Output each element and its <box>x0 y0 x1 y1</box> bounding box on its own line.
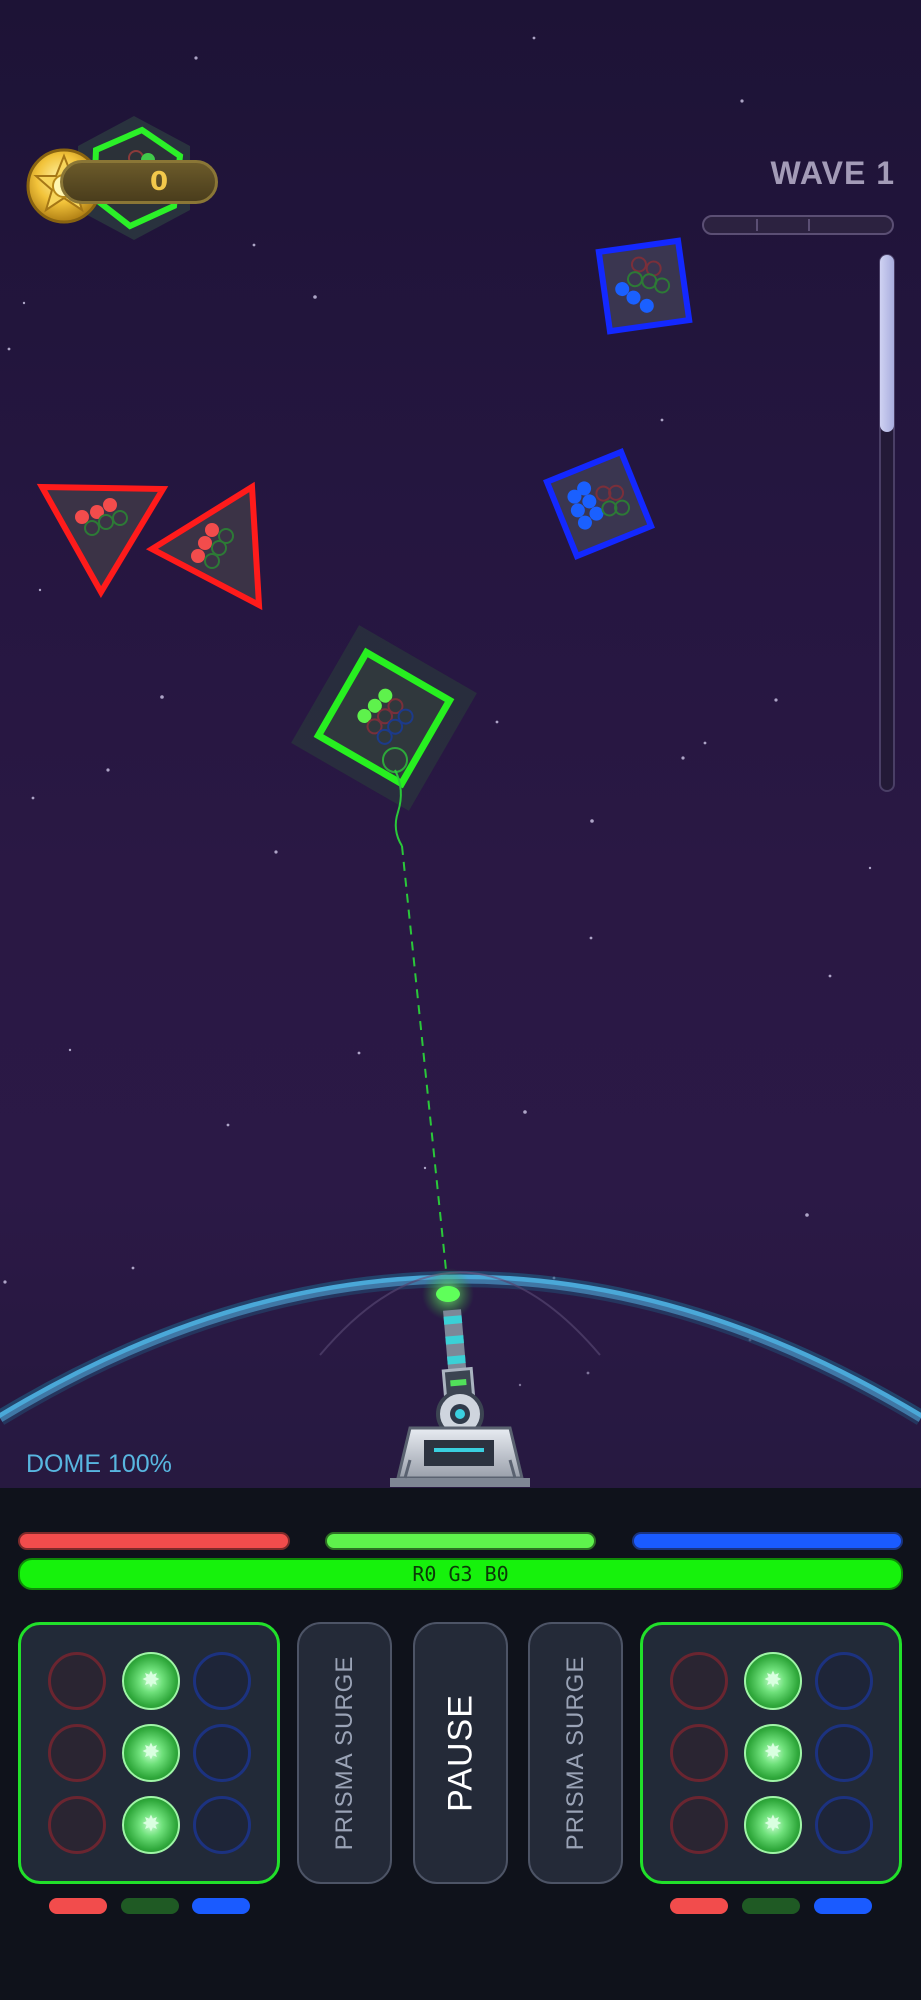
game-scene[interactable]: 0 WAVE 1 DOME 100% <box>0 0 921 1488</box>
red-slot[interactable] <box>48 1796 106 1854</box>
pause-label: PAUSE <box>441 1694 479 1812</box>
red-indicator <box>670 1898 728 1914</box>
red-slot[interactable] <box>670 1796 728 1854</box>
enemy-blue-square <box>595 237 693 335</box>
prisma-surge-label: PRISMA SURGE <box>330 1655 358 1851</box>
gem-icon[interactable]: ✸ <box>122 1652 180 1710</box>
green-indicator <box>742 1898 800 1914</box>
red-slot[interactable] <box>48 1724 106 1782</box>
right-loadout-panel[interactable]: ✸ ✸ ✸ <box>640 1622 902 1884</box>
enemy-red-triangle <box>36 483 169 598</box>
gem-icon[interactable]: ✸ <box>744 1724 802 1782</box>
blue-charge-bar <box>632 1532 903 1550</box>
blue-indicator <box>814 1898 872 1914</box>
side-meter-fill <box>880 255 894 432</box>
blue-slot[interactable] <box>815 1724 873 1782</box>
left-loadout-panel[interactable]: ✸ ✸ ✸ <box>18 1622 280 1884</box>
green-charge-bar <box>325 1532 596 1550</box>
gem-icon[interactable]: ✸ <box>122 1796 180 1854</box>
gem-icon[interactable]: ✸ <box>122 1724 180 1782</box>
prisma-surge-label: PRISMA SURGE <box>561 1655 589 1851</box>
wave-progress-bar <box>702 215 894 235</box>
enemy-green-square <box>291 625 477 811</box>
red-indicator <box>49 1898 107 1914</box>
red-slot[interactable] <box>670 1724 728 1782</box>
blue-slot[interactable] <box>193 1796 251 1854</box>
wave-label: WAVE 1 <box>770 155 895 191</box>
blue-slot[interactable] <box>193 1724 251 1782</box>
prisma-surge-button-right[interactable]: PRISMA SURGE <box>528 1622 623 1884</box>
prisma-surge-button-left[interactable]: PRISMA SURGE <box>297 1622 392 1884</box>
gem-icon[interactable]: ✸ <box>744 1652 802 1710</box>
red-charge-bar <box>18 1532 290 1550</box>
pause-button[interactable]: PAUSE <box>413 1622 508 1884</box>
enemy-blue-square <box>543 448 655 560</box>
blue-slot[interactable] <box>815 1796 873 1854</box>
color-mix-bar: R0 G3 B0 <box>18 1558 903 1590</box>
dome-status: DOME 100% <box>26 1450 172 1478</box>
green-indicator <box>121 1898 179 1914</box>
red-slot[interactable] <box>48 1652 106 1710</box>
coin-count: 0 <box>149 167 169 197</box>
red-slot[interactable] <box>670 1652 728 1710</box>
blue-indicator <box>192 1898 250 1914</box>
enemy-red-triangle <box>145 481 263 611</box>
blue-slot[interactable] <box>193 1652 251 1710</box>
gem-icon[interactable]: ✸ <box>744 1796 802 1854</box>
blue-slot[interactable] <box>815 1652 873 1710</box>
aim-line <box>401 845 447 1271</box>
